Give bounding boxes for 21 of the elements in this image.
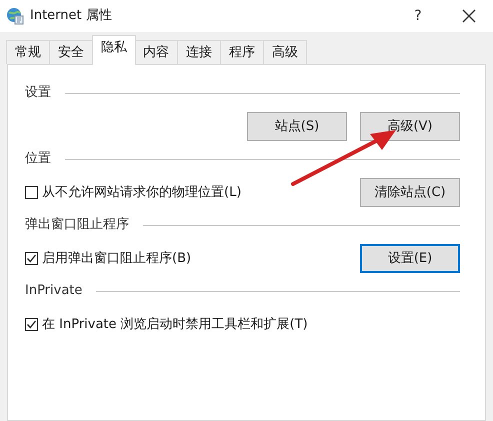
checkbox-label: 在 InPrivate 浏览启动时禁用工具栏和扩展(T) [42,316,308,334]
tab[interactable]: 常规 [6,40,50,64]
push-button[interactable]: 清除站点(C) [360,178,460,207]
window-title: Internet 属性 [30,7,112,26]
push-button[interactable]: 高级(V) [360,112,460,141]
checkbox[interactable] [25,252,38,265]
checkbox[interactable] [25,186,38,199]
help-button[interactable]: ? [403,1,433,31]
group-heading: InPrivate [25,282,82,300]
globe-icon [6,7,24,25]
close-icon [462,9,476,23]
push-button[interactable]: 设置(E) [360,244,460,273]
checkbox-label: 从不允许网站请求你的物理位置(L) [42,184,242,202]
tab[interactable]: 隐私 [92,35,136,65]
group-heading: 位置 [25,150,51,168]
tab[interactable]: 高级 [263,40,307,64]
group-heading: 弹出窗口阻止程序 [25,216,129,234]
push-button[interactable]: 站点(S) [247,112,347,141]
checkbox[interactable] [25,318,38,331]
checkbox-label: 启用弹出窗口阻止程序(B) [42,250,192,268]
group-heading: 设置 [25,84,51,102]
